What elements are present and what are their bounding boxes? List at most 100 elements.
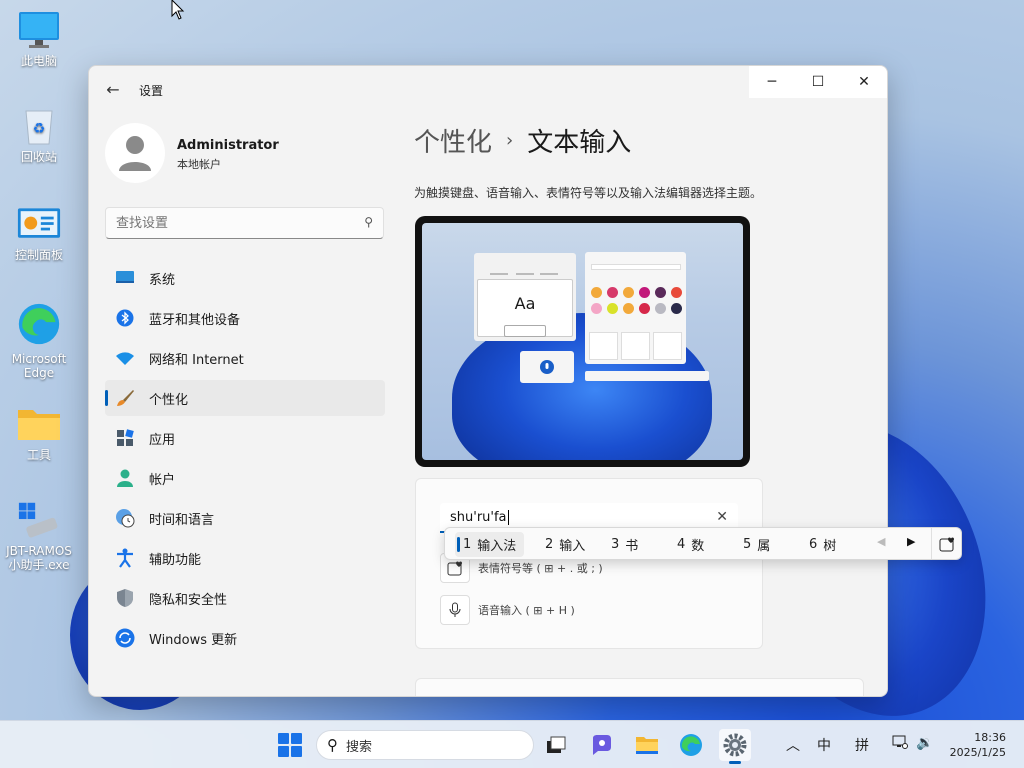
start-button[interactable]	[278, 733, 302, 757]
breadcrumb: 个性化 › 文本输入	[414, 122, 631, 159]
ime-next-page-icon[interactable]: ▶	[907, 535, 915, 548]
account-icon	[115, 468, 135, 488]
monitor-icon	[17, 10, 61, 50]
ime-candidate[interactable]: 5属	[735, 532, 778, 557]
shield-icon	[115, 588, 135, 608]
clock[interactable]: 18:36 2025/1/25	[950, 730, 1006, 760]
maximize-button[interactable]: ☐	[795, 66, 841, 98]
network-icon[interactable]	[892, 735, 908, 753]
teams-chat-button[interactable]	[586, 729, 618, 761]
folder-icon	[17, 404, 61, 444]
accessibility-icon	[115, 548, 135, 568]
preview-toolbar	[585, 371, 709, 381]
sidebar-item-label: 蓝牙和其他设备	[149, 312, 241, 328]
input-language-indicator[interactable]: 中	[817, 735, 831, 755]
sidebar-item-system[interactable]: 系统	[105, 260, 385, 296]
desktop-icon-label: 控制面板	[14, 248, 63, 262]
ime-candidate[interactable]: 3书	[603, 532, 646, 557]
ime-mode-indicator[interactable]: 拼	[855, 735, 869, 755]
bluetooth-icon	[115, 308, 135, 328]
preview-keyboard-card: Aa	[474, 253, 576, 341]
file-explorer-button[interactable]	[631, 729, 663, 761]
sidebar-item-label: 隐私和安全性	[149, 592, 228, 608]
speaker-icon[interactable]: 🔉	[916, 735, 933, 751]
sidebar-item-label: 网络和 Internet	[149, 352, 244, 368]
sidebar-item-label: 应用	[149, 432, 176, 448]
ime-candidate[interactable]: 6树	[801, 532, 844, 557]
ime-prev-page-icon[interactable]: ◀	[877, 535, 885, 548]
microphone-icon	[540, 360, 554, 374]
desktop-icon-jbt-ramos[interactable]: JBT-RAMOS小助手.exe	[2, 500, 76, 572]
text-caret	[507, 510, 509, 525]
voice-option[interactable]: 语音输入 ( ⊞ + H )	[440, 595, 575, 625]
avatar[interactable]	[105, 123, 165, 183]
settings-search[interactable]: ⚲	[105, 207, 384, 239]
sidebar-item-label: 帐户	[149, 472, 176, 488]
sidebar-item-accessibility[interactable]: 辅助功能	[105, 540, 385, 576]
desktop-icon-control-panel[interactable]: 控制面板	[2, 204, 76, 262]
page-description: 为触摸键盘、语音输入、表情符号等以及输入法编辑器选择主题。	[414, 186, 763, 200]
taskbar-search[interactable]: ⚲ 搜索	[316, 730, 534, 760]
ime-candidate[interactable]: 2 输入	[537, 532, 593, 557]
settings-taskbar-button[interactable]	[719, 729, 751, 764]
sidebar-item-time-language[interactable]: 时间和语言	[105, 500, 385, 536]
breadcrumb-parent[interactable]: 个性化	[414, 122, 492, 159]
control-panel-icon	[17, 204, 61, 244]
preview-emoji-card	[585, 252, 686, 364]
preview-wallpaper: Aa	[422, 223, 743, 460]
breadcrumb-separator: ›	[506, 130, 514, 151]
ime-candidate[interactable]: 1 输入法	[455, 532, 525, 557]
minimize-button[interactable]: ─	[749, 66, 795, 98]
emoji-option-label: 表情符号等 ( ⊞ + . 或 ; )	[478, 562, 603, 575]
sidebar-item-label: 个性化	[149, 392, 189, 408]
clock-date: 2025/1/25	[949, 746, 1006, 759]
sidebar-item-network[interactable]: 网络和 Internet	[105, 340, 385, 376]
gear-icon	[723, 733, 747, 757]
microphone-icon	[440, 595, 470, 625]
back-arrow-icon[interactable]: ←	[103, 80, 123, 100]
edge-icon	[17, 300, 61, 348]
settings-card	[415, 678, 864, 696]
chat-icon	[593, 735, 611, 755]
voice-option-label: 语音输入 ( ⊞ + H )	[478, 604, 575, 617]
apps-icon	[115, 428, 135, 448]
profile-name: Administrator	[177, 138, 279, 153]
app-title: 设置	[139, 84, 164, 98]
clock-globe-icon	[115, 508, 135, 528]
text-input-test-card: shu'ru'fa ✕ 表情符号等 ( ⊞ + . 或 ; ) 语音输入 ( ⊞…	[415, 478, 763, 649]
sidebar-item-personalization[interactable]: 个性化	[105, 380, 385, 416]
folder-icon	[636, 737, 658, 754]
system-icon	[115, 268, 135, 288]
desktop-icon-edge[interactable]: Microsoft Edge	[2, 300, 76, 380]
desktop-icon-label: Microsoft Edge	[11, 352, 67, 380]
ime-candidate[interactable]: 4数	[669, 532, 712, 557]
sidebar-item-privacy[interactable]: 隐私和安全性	[105, 580, 385, 616]
desktop-icon-label: JBT-RAMOS小助手.exe	[6, 544, 72, 572]
edge-icon	[680, 734, 702, 756]
sidebar-item-apps[interactable]: 应用	[105, 420, 385, 456]
ime-emoji-icon[interactable]	[931, 528, 961, 559]
page-title: 文本输入	[527, 128, 632, 158]
mouse-cursor-icon	[171, 0, 185, 20]
search-icon[interactable]: ⚲	[364, 215, 373, 229]
sidebar-item-windows-update[interactable]: Windows 更新	[105, 620, 385, 656]
desktop-icon-this-pc[interactable]: 此电脑	[2, 10, 76, 68]
input-value: shu'ru'fa	[450, 510, 507, 525]
desktop-icon-recycle-bin[interactable]: ♻ 回收站	[2, 106, 76, 164]
clear-icon[interactable]: ✕	[716, 509, 728, 525]
task-view-button[interactable]	[540, 729, 572, 761]
profile-subtitle: 本地帐户	[177, 158, 221, 171]
sidebar-item-bluetooth[interactable]: 蓝牙和其他设备	[105, 300, 385, 336]
sidebar-nav: 系统 蓝牙和其他设备 网络和 Internet 个性化 应用 帐户 时间和语言	[105, 260, 385, 660]
sidebar-item-label: 时间和语言	[149, 512, 215, 528]
sidebar-item-label: 系统	[149, 272, 176, 288]
taskbar-search-label: 搜索	[346, 739, 373, 755]
windows-logo-icon	[278, 733, 289, 744]
sidebar-item-accounts[interactable]: 帐户	[105, 460, 385, 496]
task-view-icon	[547, 736, 566, 753]
edge-button[interactable]	[675, 729, 707, 761]
search-input[interactable]	[106, 208, 336, 238]
desktop-icon-tools[interactable]: 工具	[2, 404, 76, 462]
close-button[interactable]: ✕	[841, 66, 887, 98]
chevron-up-icon[interactable]: ︿	[786, 735, 800, 755]
